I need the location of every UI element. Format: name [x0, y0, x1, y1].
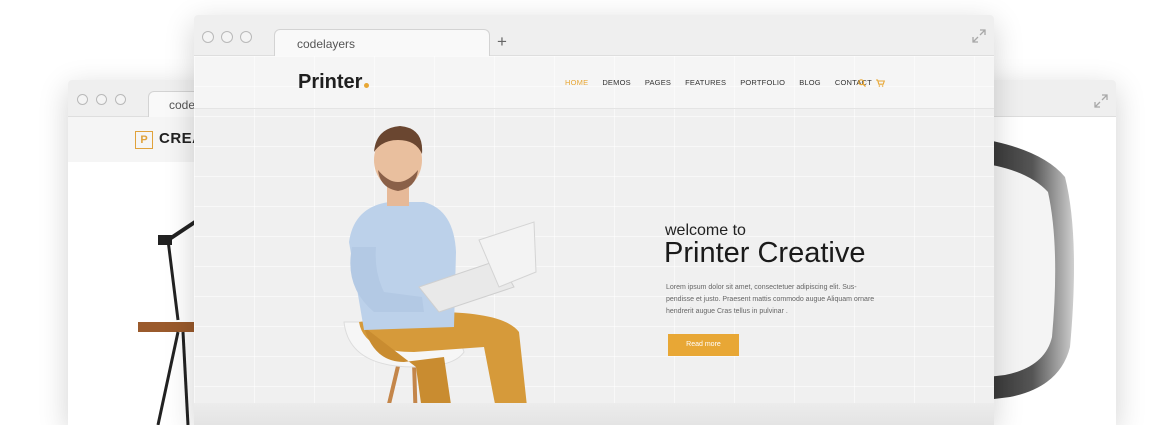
- nav-item-home[interactable]: HOME: [565, 78, 588, 87]
- nav-item-pages[interactable]: PAGES: [645, 78, 671, 87]
- window-control-minimize[interactable]: [96, 94, 107, 105]
- browser-tab-title: codelayers: [297, 37, 356, 51]
- nav-item-blog[interactable]: BLOG: [799, 78, 821, 87]
- window-control-minimize[interactable]: [221, 31, 233, 43]
- search-icon[interactable]: [858, 79, 866, 87]
- nav-item-demos[interactable]: DEMOS: [602, 78, 631, 87]
- hero-person-image: [343, 126, 537, 425]
- nav-item-features[interactable]: FEATURES: [685, 78, 726, 87]
- site-logo[interactable]: Printer: [298, 71, 370, 94]
- floor-strip: [194, 403, 994, 425]
- expand-icon[interactable]: [1093, 93, 1109, 109]
- site-header: Printer HOME DEMOS PAGES FEATURES PORTFO…: [194, 56, 994, 109]
- plus-icon[interactable]: +: [497, 32, 507, 52]
- browser-chrome-front: codelayers +: [194, 15, 994, 56]
- window-control-close[interactable]: [202, 31, 214, 43]
- window-control-maximize[interactable]: [240, 31, 252, 43]
- hero-body-text: Lorem ipsum dolor sit amet, consectetuer…: [666, 284, 875, 315]
- site-logo-mark[interactable]: P: [135, 131, 153, 149]
- website-viewport: Printer HOME DEMOS PAGES FEATURES PORTFO…: [194, 56, 994, 425]
- browser-window-front: codelayers + Printer HOME DEMOS PAGES FE…: [194, 15, 994, 425]
- main-navigation: HOME DEMOS PAGES FEATURES PORTFOLIO BLOG…: [565, 78, 886, 87]
- hero-title: Printer Creative: [664, 237, 866, 269]
- browser-tab-title: code: [169, 98, 196, 112]
- logo-dot: [364, 83, 370, 88]
- nav-item-portfolio[interactable]: PORTFOLIO: [740, 78, 785, 87]
- window-control-maximize[interactable]: [115, 94, 126, 105]
- browser-tab-front[interactable]: codelayers: [274, 29, 490, 56]
- read-more-button[interactable]: Read more: [668, 334, 739, 356]
- site-logo-text: Printer: [298, 71, 363, 93]
- nav-item-contact[interactable]: CONTACT: [835, 78, 872, 87]
- expand-icon[interactable]: [971, 28, 987, 44]
- cart-icon[interactable]: [876, 79, 885, 87]
- window-control-close[interactable]: [77, 94, 88, 105]
